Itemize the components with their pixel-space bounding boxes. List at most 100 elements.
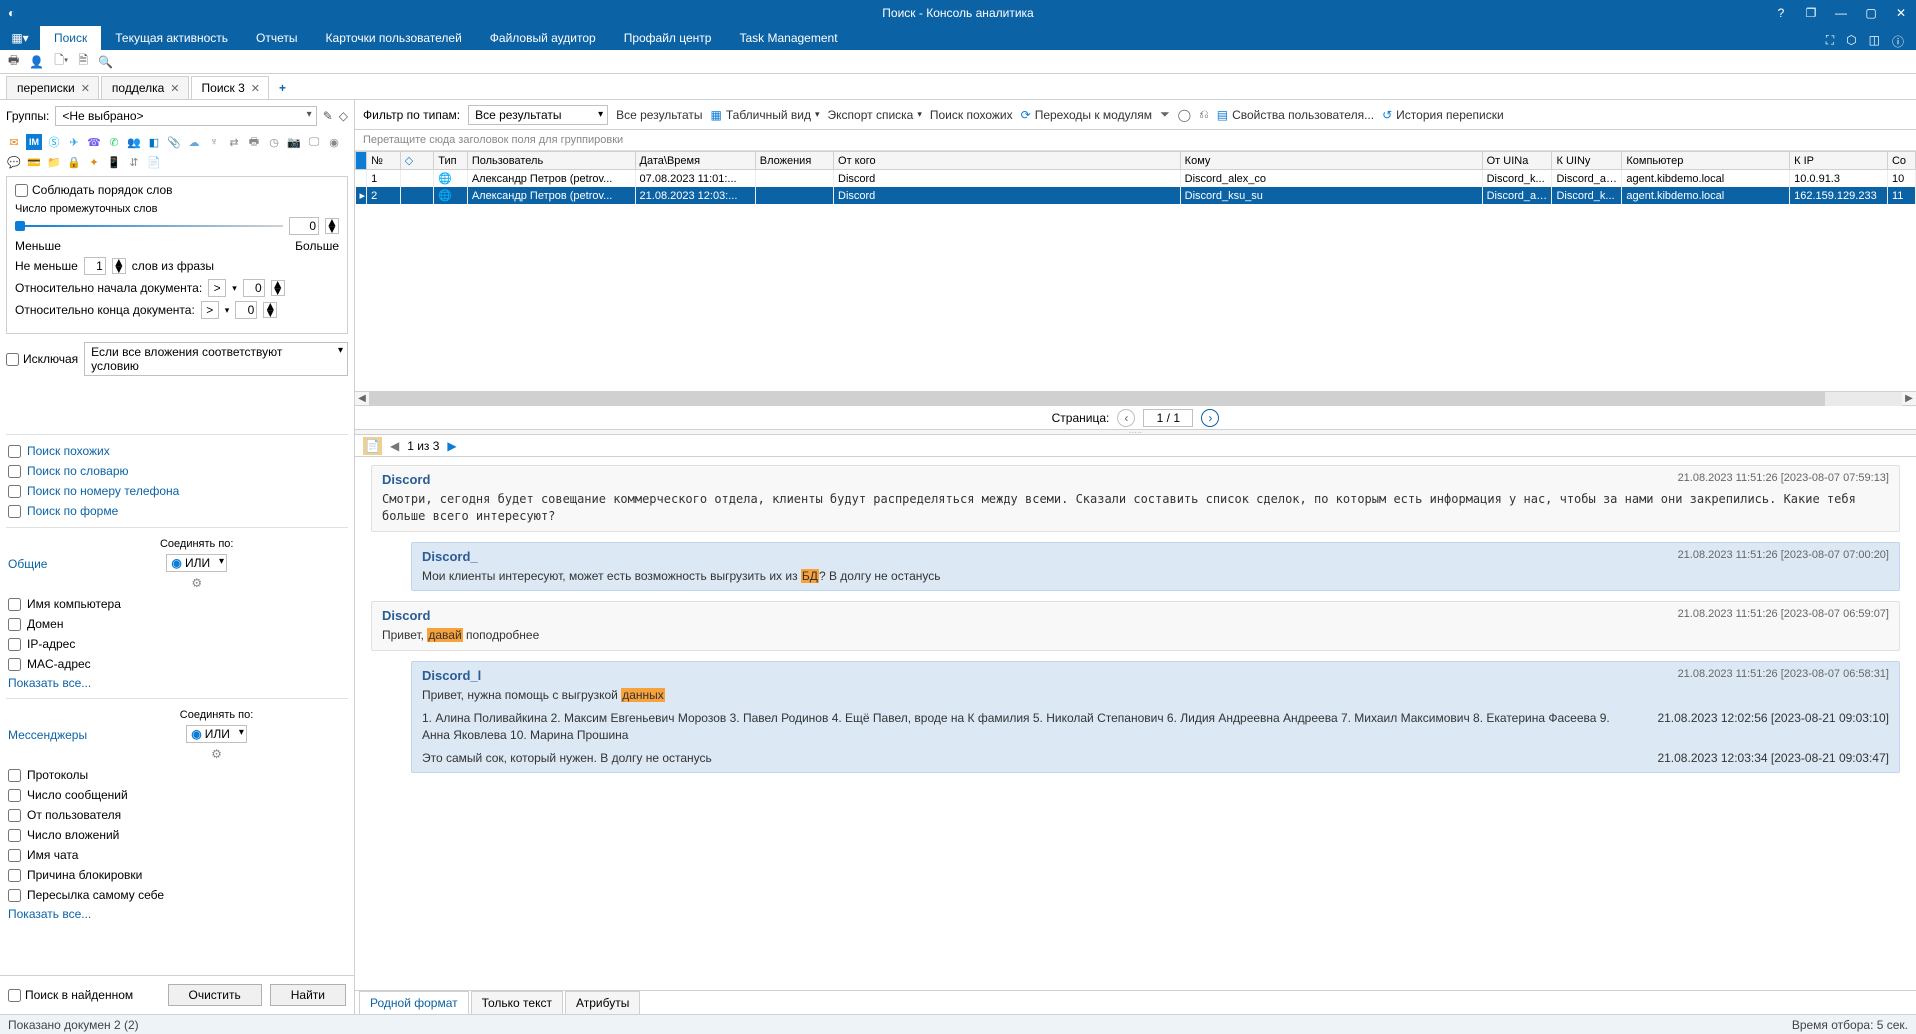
key-icon[interactable]: ✦ (86, 154, 102, 170)
doc-tab[interactable]: переписки✕ (6, 76, 99, 99)
monitor-icon[interactable]: 🖵 (306, 134, 322, 150)
expand-icon[interactable]: ⛶ (1826, 33, 1834, 50)
search-phone-check[interactable]: Поиск по номеру телефона (6, 481, 348, 501)
tab-search[interactable]: Поиск (40, 26, 101, 50)
find-button[interactable]: Найти (270, 984, 346, 1006)
chk-ip[interactable]: IP-адрес (6, 634, 348, 654)
minimize-button[interactable]: — (1826, 0, 1856, 26)
col-tag[interactable]: ◇ (400, 152, 434, 170)
page-input[interactable] (1143, 409, 1193, 427)
gap-spin[interactable]: ▲▼ (325, 218, 339, 234)
col-user[interactable]: Пользователь (467, 152, 635, 170)
nav-next-icon[interactable]: ▶ (447, 439, 456, 453)
im-icon[interactable]: IM (26, 134, 42, 150)
ptab-attrs[interactable]: Атрибуты (565, 991, 640, 1014)
export-btn[interactable]: Экспорт списка (828, 108, 922, 122)
chk-chat-name[interactable]: Имя чата (6, 845, 348, 865)
chk-domain[interactable]: Домен (6, 614, 348, 634)
telegram-icon[interactable]: ✈ (66, 134, 82, 150)
module-icon[interactable]: ⬡ (1846, 33, 1856, 50)
tab-file-auditor[interactable]: Файловый аудитор (476, 26, 610, 50)
viber-icon[interactable]: ☎ (86, 134, 102, 150)
tab-users[interactable]: Карточки пользователей (312, 26, 476, 50)
user-props-btn[interactable]: ▤ Свойства пользователя... (1217, 108, 1374, 122)
col-from-uin[interactable]: От UINa (1482, 152, 1552, 170)
user-icon[interactable]: 👤 (29, 55, 44, 69)
page-prev-button[interactable]: ‹ (1117, 409, 1135, 427)
search-in-found-check[interactable]: Поиск в найденном (8, 988, 133, 1002)
page-next-button[interactable]: › (1201, 409, 1219, 427)
msg-join-combo[interactable]: ◉ ИЛИ (186, 725, 247, 743)
chk-attach-count[interactable]: Число вложений (6, 825, 348, 845)
col-datetime[interactable]: Дата\Время (635, 152, 755, 170)
groups-combo[interactable]: <Не выбрано> (55, 106, 316, 126)
col-attach[interactable]: Вложения (755, 152, 833, 170)
chk-msg-count[interactable]: Число сообщений (6, 785, 348, 805)
transfer-icon[interactable]: ⇄ (226, 134, 242, 150)
close-icon[interactable]: ✕ (81, 82, 90, 95)
horizontal-scrollbar[interactable]: ◀▶ (355, 391, 1916, 405)
excluding-check[interactable]: Исключая (6, 352, 78, 366)
rel-end-op[interactable]: > (201, 301, 219, 319)
chk-mac[interactable]: MAC-адрес (6, 654, 348, 674)
search-form-check[interactable]: Поиск по форме (6, 501, 348, 521)
col-to[interactable]: Кому (1180, 152, 1482, 170)
folder-icon[interactable]: 📁 (46, 154, 62, 170)
min-words-input[interactable] (84, 257, 106, 275)
show-all-msg[interactable]: Показать все... (6, 905, 348, 923)
keep-order-check[interactable]: Соблюдать порядок слов (15, 183, 339, 197)
all-results-link[interactable]: Все результаты (616, 108, 702, 122)
nav-prev-icon[interactable]: ◀ (390, 439, 399, 453)
print-icon[interactable]: 🖶 (8, 51, 19, 72)
col-co[interactable]: Со (1887, 152, 1915, 170)
save-icon[interactable]: 🗎 (78, 51, 88, 72)
gear-icon[interactable]: ⚙ (211, 747, 222, 761)
printer-icon[interactable]: 🖶 (246, 134, 262, 150)
maximize-button[interactable]: ▢ (1856, 0, 1886, 26)
ptab-native[interactable]: Родной формат (359, 991, 469, 1014)
search-similar-check[interactable]: Поиск похожих (6, 441, 348, 461)
skype-icon[interactable]: Ⓢ (46, 134, 62, 150)
table-row[interactable]: ▸2 🌐 Александр Петров (petrov... 21.08.2… (356, 187, 1916, 204)
gear-icon[interactable]: ⚙ (191, 576, 202, 590)
rel-begin-op[interactable]: > (208, 279, 226, 297)
filter-type-combo[interactable]: Все результаты (468, 105, 608, 125)
chk-from-user[interactable]: От пользователя (6, 805, 348, 825)
edit-icon[interactable]: ✎ (323, 109, 333, 123)
chk-self-forward[interactable]: Пересылка самому себе (6, 885, 348, 905)
chat-icon[interactable]: 💬 (6, 154, 22, 170)
mail-icon[interactable]: ✉ (6, 134, 22, 150)
rel-end-val[interactable] (235, 301, 257, 319)
col-type[interactable]: Тип (434, 152, 468, 170)
search-dict-check[interactable]: Поиск по словарю (6, 461, 348, 481)
ptab-text[interactable]: Только текст (471, 991, 563, 1014)
clear-button[interactable]: Очистить (168, 984, 262, 1006)
options-icon[interactable]: ❐ (1796, 0, 1826, 26)
info-icon[interactable]: ⓘ (1892, 33, 1904, 50)
col-marker[interactable] (356, 152, 367, 170)
clock-icon[interactable]: ◷ (266, 134, 282, 150)
col-computer[interactable]: Компьютер (1622, 152, 1790, 170)
table-row[interactable]: 1 🌐 Александр Петров (petrov... 07.08.20… (356, 170, 1916, 188)
doc-icon[interactable]: 📄 (146, 154, 162, 170)
outlook-icon[interactable]: ◧ (146, 134, 162, 150)
goto-modules-btn[interactable]: ⟳ Переходы к модулям (1021, 108, 1152, 122)
tab-activity[interactable]: Текущая активность (101, 26, 242, 50)
rel-begin-val[interactable] (243, 279, 265, 297)
funnel-icon[interactable]: ⏷ (1160, 107, 1170, 122)
doc-tab[interactable]: подделка✕ (101, 76, 189, 99)
cube-icon[interactable]: ◫ (1869, 33, 1880, 50)
add-tab-button[interactable]: + (271, 77, 294, 99)
history-btn[interactable]: ↺ История переписки (1382, 108, 1504, 122)
filter-icon[interactable]: ◯ (1178, 108, 1191, 122)
tab-profile-center[interactable]: Профайл центр (610, 26, 726, 50)
close-icon[interactable]: ✕ (170, 82, 179, 95)
teams-icon[interactable]: 👥 (126, 134, 142, 150)
new-icon[interactable]: 🗋▾ (54, 51, 68, 72)
app-menu-icon[interactable]: ▦▾ (0, 26, 40, 50)
col-ip[interactable]: К IP (1790, 152, 1888, 170)
doc-view-icon[interactable]: 📄 (363, 437, 382, 455)
camera-icon[interactable]: 📷 (286, 134, 302, 150)
tab-reports[interactable]: Отчеты (242, 26, 311, 50)
whatsapp-icon[interactable]: ✆ (106, 134, 122, 150)
